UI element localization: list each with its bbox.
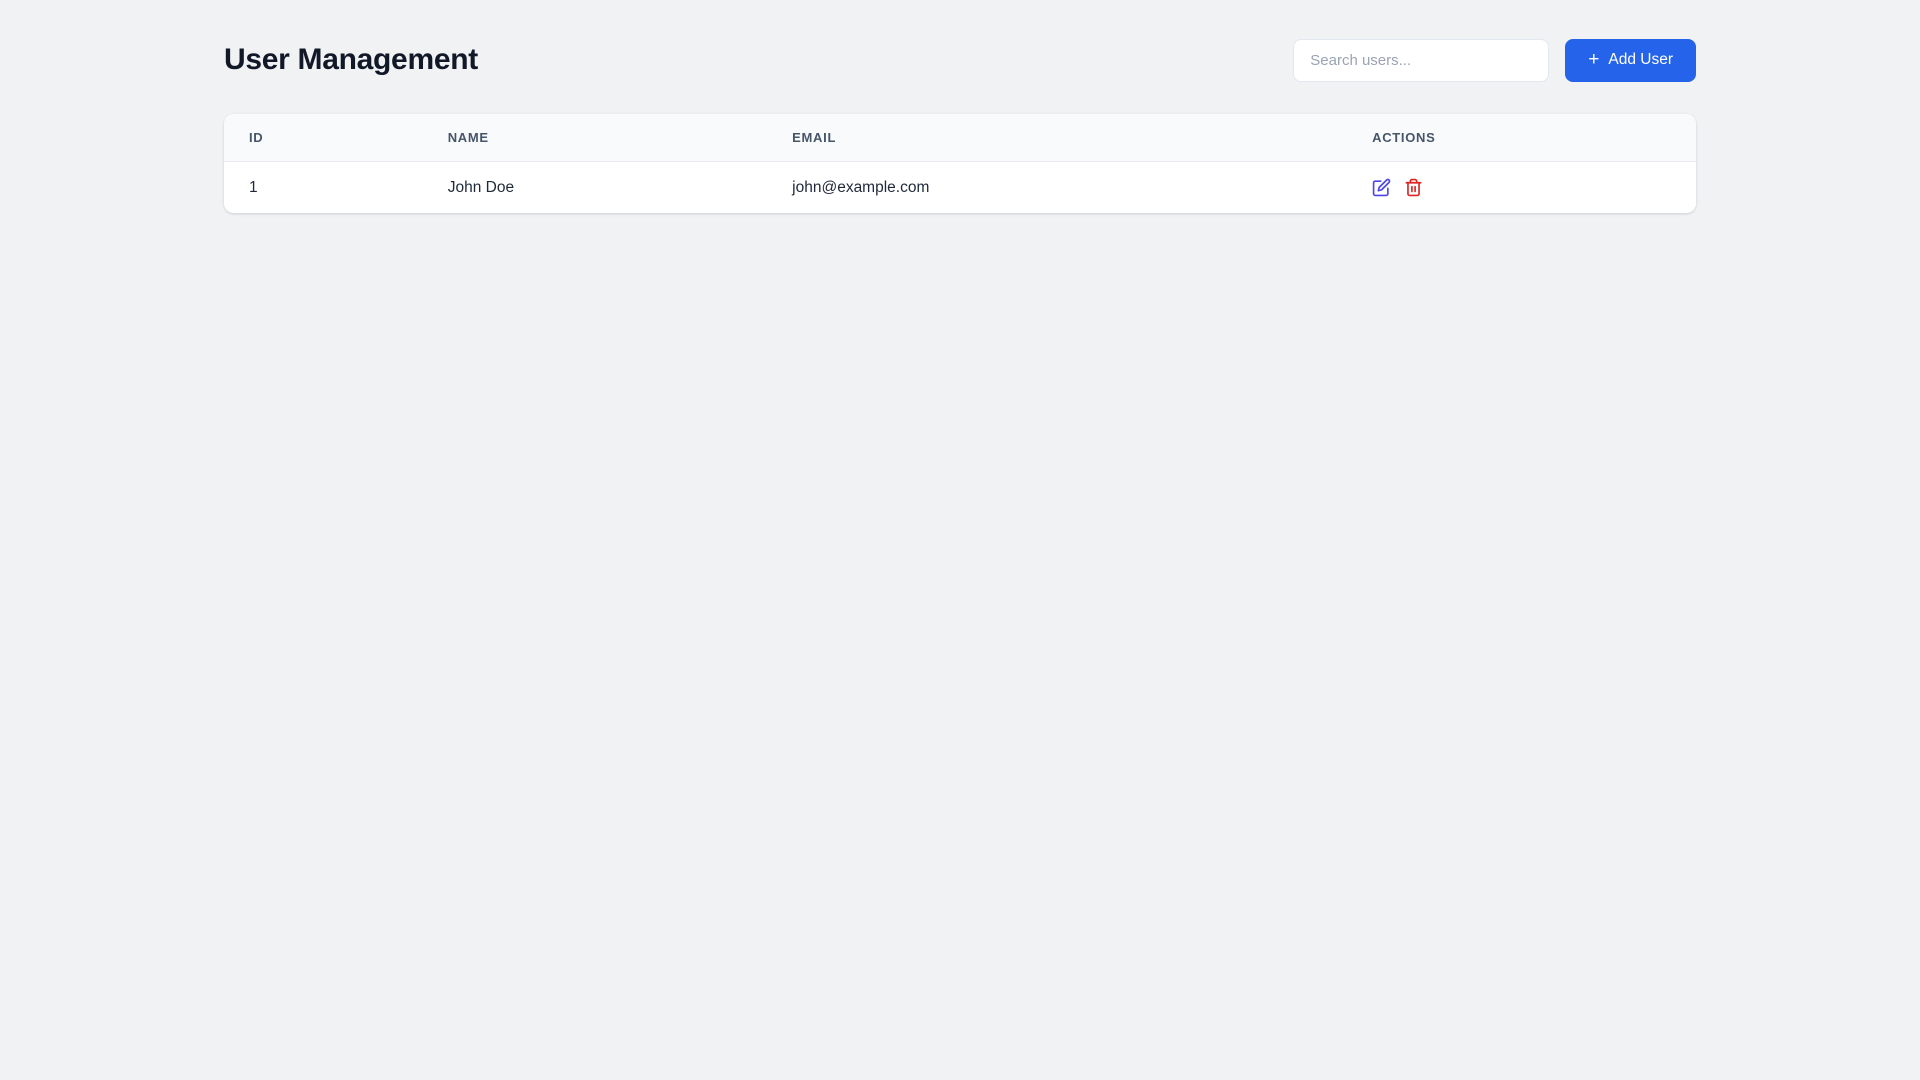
table-header-row: ID NAME EMAIL ACTIONS: [224, 114, 1696, 162]
trash-icon: [1404, 178, 1423, 197]
topbar-actions: + Add User: [1293, 38, 1696, 82]
delete-user-button[interactable]: [1404, 178, 1423, 197]
add-user-button-label: Add User: [1608, 51, 1673, 68]
page-container: User Management + Add User ID NAME EMAIL…: [224, 0, 1696, 213]
cell-user-id: 1: [224, 161, 423, 213]
table-row: 1 John Doe john@example.com: [224, 161, 1696, 213]
page-title: User Management: [224, 43, 478, 76]
cell-user-name: John Doe: [422, 161, 768, 213]
column-header-email: EMAIL: [767, 114, 1348, 162]
cell-user-email: john@example.com: [767, 161, 1348, 213]
users-table-card: ID NAME EMAIL ACTIONS 1 John Doe john@ex…: [224, 114, 1696, 213]
edit-icon: [1372, 178, 1391, 197]
plus-icon: +: [1588, 48, 1600, 70]
column-header-name: NAME: [422, 114, 768, 162]
search-input[interactable]: [1293, 38, 1550, 82]
row-actions: [1372, 178, 1671, 197]
users-table: ID NAME EMAIL ACTIONS 1 John Doe john@ex…: [224, 114, 1696, 213]
edit-user-button[interactable]: [1372, 178, 1391, 197]
column-header-actions: ACTIONS: [1347, 114, 1696, 162]
column-header-id: ID: [224, 114, 423, 162]
add-user-button[interactable]: + Add User: [1565, 38, 1696, 82]
topbar: User Management + Add User: [224, 38, 1696, 82]
